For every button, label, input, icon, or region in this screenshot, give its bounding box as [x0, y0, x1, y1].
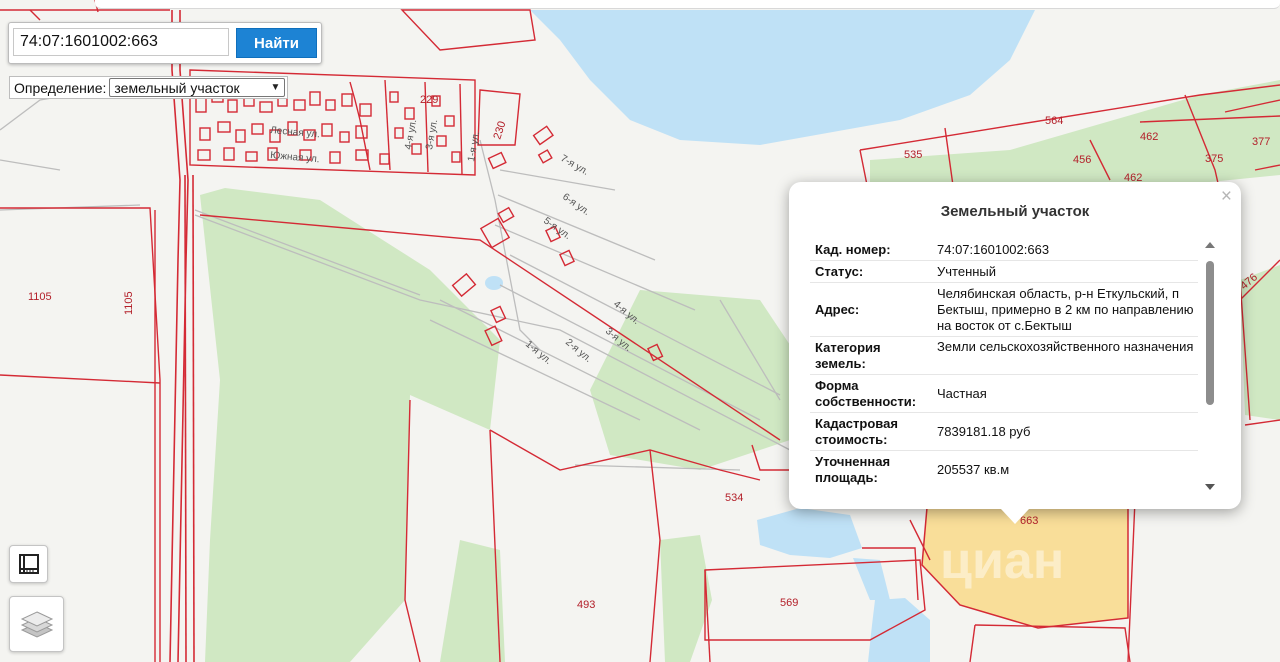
property-label: Кад. номер: [815, 242, 891, 257]
property-row: Кад. номер: 74:07:1601002:663 [810, 239, 1198, 261]
top-bar [95, 0, 1280, 9]
parcel-number: 493 [577, 599, 595, 611]
parcel-info-popup: × Земельный участок Кад. номер: 74:07:16… [789, 182, 1241, 524]
layers-icon [20, 611, 53, 638]
measure-button[interactable] [9, 545, 48, 583]
parcel-number: 456 [1073, 154, 1091, 166]
parcel-number: 1105 [123, 291, 135, 315]
property-row: Уточненная площадь: 205537 кв.м [810, 451, 1198, 487]
popup-properties: Кад. номер: 74:07:1601002:663 Статус: Уч… [810, 239, 1198, 487]
property-label: Категория земель: [815, 340, 881, 371]
definition-label: Определение: [14, 79, 107, 96]
search-panel: Найти [8, 22, 322, 64]
property-row: Статус: Учтенный [810, 261, 1198, 283]
property-value: 205537 кв.м [937, 461, 1010, 477]
parcel-number: 569 [780, 597, 798, 609]
chevron-down-icon: ▼ [270, 82, 281, 93]
property-label: Форма собственности: [815, 378, 917, 409]
parcel-number: 462 [1140, 131, 1158, 143]
ruler-icon [18, 554, 39, 574]
parcel-number: 534 [725, 492, 743, 504]
parcel-number: 535 [904, 149, 922, 161]
property-label: Адрес: [815, 301, 860, 317]
parcel-number: 377 [1252, 136, 1270, 148]
property-value: Челябинская область, р-н Еткульский, п Б… [937, 285, 1194, 333]
cadastral-number-input[interactable] [13, 28, 229, 56]
popup-title: Земельный участок [940, 203, 1090, 220]
property-label: Статус: [815, 264, 864, 279]
definition-select[interactable]: земельный участок ▼ [109, 78, 286, 97]
parcel-number: 564 [1045, 115, 1063, 127]
property-value: 7839181.18 руб [937, 423, 1031, 439]
property-label: Кадастровая стоимость: [815, 416, 898, 447]
property-value: 74:07:1601002:663 [937, 241, 1050, 257]
definition-control: Определение: земельный участок ▼ [9, 76, 289, 99]
layers-button[interactable] [9, 596, 64, 652]
property-row: Форма собственности: Частная [810, 375, 1198, 413]
parcel-number: 375 [1205, 153, 1223, 165]
search-button[interactable]: Найти [236, 28, 317, 58]
property-value: Частная [937, 385, 987, 401]
property-value: Земли сельскохозяйственного назначения [937, 339, 1194, 354]
map-watermark: циан [940, 532, 1064, 590]
scroll-up-icon[interactable] [1205, 242, 1215, 248]
definition-selected: земельный участок [114, 79, 240, 96]
popup-scrollbar[interactable] [1203, 242, 1217, 490]
property-row: Адрес: Челябинская область, р-н Еткульск… [810, 283, 1198, 337]
parcel-number: 1105 [28, 291, 52, 303]
property-row: Категория земель: Земли сельскохозяйстве… [810, 337, 1198, 375]
scroll-down-icon[interactable] [1205, 484, 1215, 490]
scrollbar-thumb[interactable] [1206, 261, 1214, 405]
parcel-number: 229 [420, 94, 438, 106]
popup-pointer [1001, 509, 1029, 524]
property-label: Уточненная площадь: [815, 454, 891, 485]
property-value: Учтенный [937, 263, 997, 279]
property-row: Кадастровая стоимость: 7839181.18 руб [810, 413, 1198, 451]
